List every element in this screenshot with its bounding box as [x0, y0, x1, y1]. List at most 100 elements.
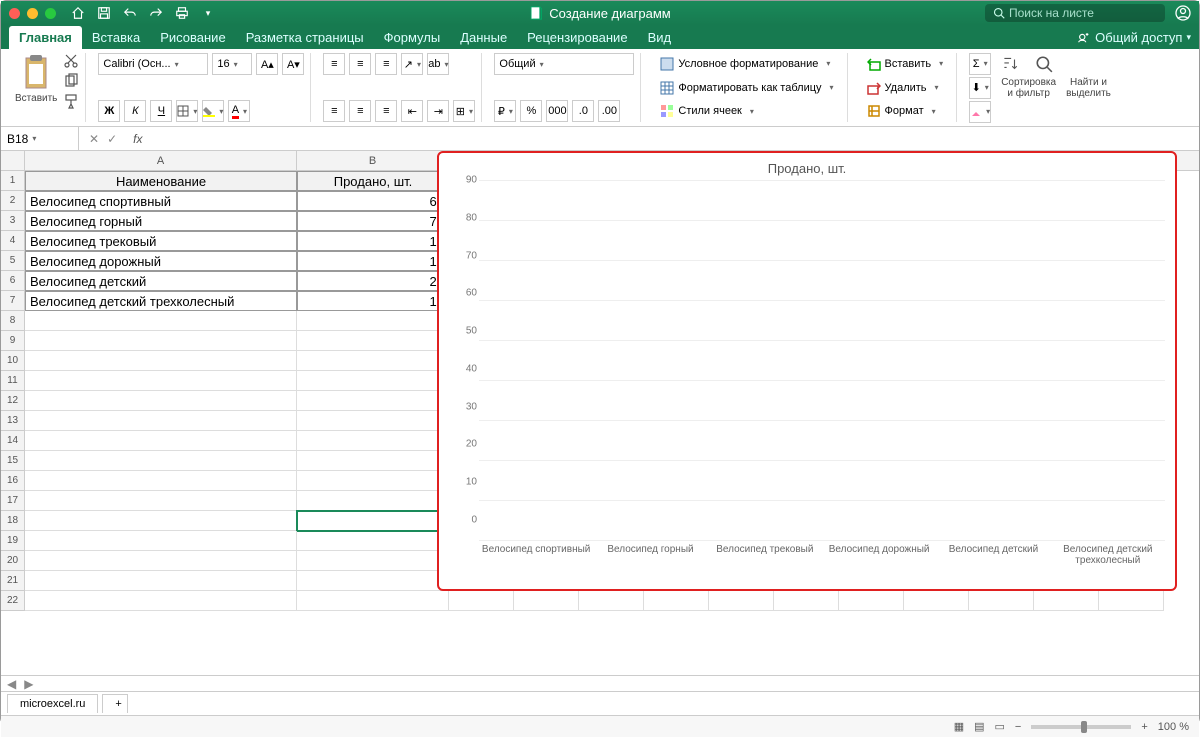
cell[interactable] — [25, 511, 297, 531]
sheet-search-input[interactable]: Поиск на листе — [985, 4, 1165, 22]
cell[interactable]: Велосипед детский трехколесный — [25, 291, 297, 311]
row-header[interactable]: 16 — [1, 471, 24, 491]
cell[interactable] — [25, 371, 297, 391]
fx-label[interactable]: fx — [127, 132, 148, 146]
zoom-level[interactable]: 100 % — [1158, 721, 1189, 733]
clear-icon[interactable] — [969, 101, 991, 123]
add-sheet-button[interactable]: + — [102, 694, 128, 713]
name-box[interactable]: B18 — [1, 127, 79, 150]
paste-button[interactable] — [16, 53, 56, 93]
maximize-window-button[interactable] — [45, 8, 56, 19]
tab-page-layout[interactable]: Разметка страницы — [236, 26, 374, 49]
align-bottom-icon[interactable]: ≡ — [375, 53, 397, 75]
undo-icon[interactable] — [122, 5, 138, 21]
fill-color-button[interactable] — [202, 100, 224, 122]
cell[interactable]: Продано, шт. — [297, 171, 449, 191]
cell[interactable] — [579, 591, 644, 611]
cell[interactable] — [25, 431, 297, 451]
row-header[interactable]: 11 — [1, 371, 24, 391]
cell[interactable]: Велосипед дорожный — [25, 251, 297, 271]
cell[interactable] — [1034, 591, 1099, 611]
cell[interactable]: Велосипед горный — [25, 211, 297, 231]
print-icon[interactable] — [174, 5, 190, 21]
view-page-break-icon[interactable]: ▭ — [995, 720, 1005, 733]
cell[interactable] — [839, 591, 904, 611]
cell[interactable]: 61 — [297, 191, 449, 211]
insert-cells-button[interactable]: Вставить — [860, 53, 951, 75]
cut-icon[interactable] — [63, 53, 79, 69]
qat-more-icon[interactable]: ▾ — [200, 5, 216, 21]
cell[interactable]: 19 — [297, 231, 449, 251]
font-name-select[interactable]: Calibri (Осн... — [98, 53, 208, 75]
decrease-font-icon[interactable]: A▾ — [282, 53, 304, 75]
cell[interactable] — [774, 591, 839, 611]
tab-review[interactable]: Рецензирование — [517, 26, 637, 49]
chart-object[interactable]: Продано, шт. 0102030405060708090 Велосип… — [437, 151, 1177, 591]
zoom-out-button[interactable]: − — [1015, 721, 1021, 733]
align-right-icon[interactable]: ≡ — [375, 100, 397, 122]
row-header[interactable]: 18 — [1, 511, 24, 531]
row-header[interactable]: 20 — [1, 551, 24, 571]
row-header[interactable]: 14 — [1, 431, 24, 451]
row-header[interactable]: 9 — [1, 331, 24, 351]
tab-draw[interactable]: Рисование — [150, 26, 235, 49]
cell[interactable] — [297, 391, 449, 411]
cell[interactable] — [969, 591, 1034, 611]
cell[interactable] — [25, 551, 297, 571]
cell[interactable] — [297, 571, 449, 591]
cell[interactable] — [25, 451, 297, 471]
minimize-window-button[interactable] — [27, 8, 38, 19]
row-header[interactable]: 5 — [1, 251, 24, 271]
font-color-button[interactable]: A — [228, 100, 250, 122]
align-top-icon[interactable]: ≡ — [323, 53, 345, 75]
row-header[interactable]: 3 — [1, 211, 24, 231]
cell[interactable] — [1099, 591, 1164, 611]
cell[interactable] — [25, 411, 297, 431]
column-header[interactable]: B — [297, 151, 449, 170]
underline-button[interactable]: Ч — [150, 100, 172, 122]
cell[interactable] — [25, 531, 297, 551]
cell[interactable]: Велосипед спортивный — [25, 191, 297, 211]
tab-insert[interactable]: Вставка — [82, 26, 150, 49]
cell[interactable] — [297, 551, 449, 571]
redo-icon[interactable] — [148, 5, 164, 21]
wrap-text-icon[interactable]: ab — [427, 53, 449, 75]
tab-formulas[interactable]: Формулы — [374, 26, 451, 49]
cell[interactable] — [25, 351, 297, 371]
select-all-corner[interactable] — [1, 151, 25, 170]
cell[interactable] — [297, 511, 449, 531]
decrease-decimal-icon[interactable]: .0 — [572, 100, 594, 122]
sheet-tab-active[interactable]: microexcel.ru — [7, 694, 98, 713]
border-button[interactable] — [176, 100, 198, 122]
horizontal-scrollbar[interactable]: ◀▶ — [1, 675, 1199, 691]
font-size-select[interactable]: 16 — [212, 53, 252, 75]
cell[interactable] — [449, 591, 514, 611]
cell[interactable] — [25, 571, 297, 591]
align-middle-icon[interactable]: ≡ — [349, 53, 371, 75]
copy-icon[interactable] — [63, 73, 79, 89]
merge-cells-icon[interactable]: ⊞ — [453, 100, 475, 122]
user-account-icon[interactable] — [1175, 5, 1191, 21]
row-header[interactable]: 4 — [1, 231, 24, 251]
zoom-in-button[interactable]: + — [1141, 721, 1147, 733]
find-select-label[interactable]: Найти и выделить — [1066, 77, 1111, 99]
cell[interactable] — [644, 591, 709, 611]
cell[interactable] — [297, 491, 449, 511]
row-header[interactable]: 15 — [1, 451, 24, 471]
cell[interactable] — [25, 311, 297, 331]
comma-icon[interactable]: 000 — [546, 100, 568, 122]
cell[interactable]: 78 — [297, 211, 449, 231]
view-page-layout-icon[interactable]: ▤ — [974, 720, 984, 733]
row-header[interactable]: 19 — [1, 531, 24, 551]
fill-icon[interactable]: ⬇ — [969, 77, 991, 99]
sort-filter-label[interactable]: Сортировка и фильтр — [1001, 77, 1056, 99]
cell[interactable]: 23 — [297, 271, 449, 291]
row-header[interactable]: 6 — [1, 271, 24, 291]
cell[interactable] — [297, 371, 449, 391]
cell[interactable] — [709, 591, 774, 611]
align-left-icon[interactable]: ≡ — [323, 100, 345, 122]
cell[interactable] — [514, 591, 579, 611]
cell[interactable]: 14 — [297, 251, 449, 271]
view-normal-icon[interactable]: ▦ — [954, 720, 964, 733]
row-header[interactable]: 2 — [1, 191, 24, 211]
